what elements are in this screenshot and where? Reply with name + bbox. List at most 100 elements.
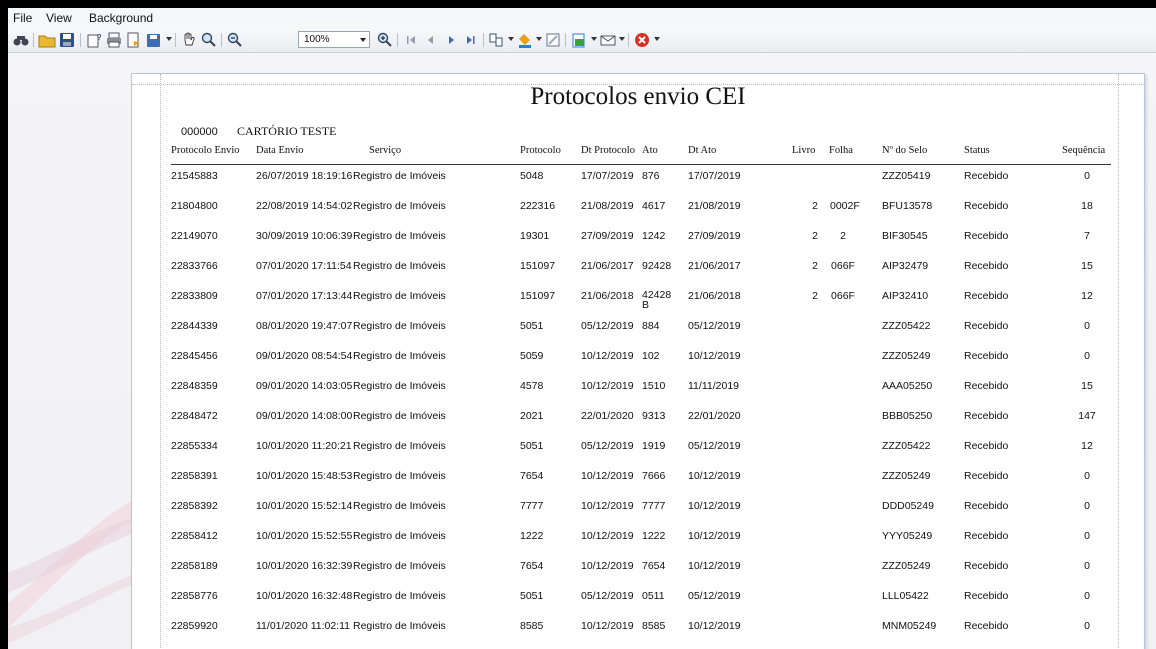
quick-print-icon[interactable] — [125, 31, 143, 49]
cell-status: Recebido — [964, 470, 1009, 482]
zoom-out-icon[interactable] — [226, 31, 244, 49]
toolbar-separator — [80, 33, 81, 47]
cell-servico: Registro de Imóveis — [353, 200, 446, 212]
chevron-down-icon[interactable] — [591, 37, 597, 41]
col-folha: Folha — [829, 145, 853, 156]
cell-servico: Registro de Imóveis — [353, 290, 446, 302]
cell-data-envio: 10/01/2020 11:20:21 — [256, 440, 352, 452]
cell-dt-ato: 10/12/2019 — [688, 560, 741, 572]
send-email-icon[interactable] — [599, 31, 617, 49]
cell-status: Recebido — [964, 380, 1009, 392]
toolbar-separator — [397, 33, 398, 47]
cell-status: Recebido — [964, 560, 1009, 572]
cell-data-envio: 09/01/2020 08:54:54 — [256, 350, 353, 362]
svg-text:?: ? — [97, 33, 102, 42]
menu-file[interactable]: File — [13, 11, 32, 25]
watermark-icon[interactable] — [544, 31, 562, 49]
print-icon[interactable] — [105, 31, 123, 49]
cell-status: Recebido — [964, 320, 1009, 332]
cell-data-envio: 10/01/2020 16:32:48 — [256, 590, 353, 602]
cell-dt-protocolo: 10/12/2019 — [581, 500, 634, 512]
last-page-icon[interactable] — [462, 31, 480, 49]
cell-sequencia: 12 — [1081, 440, 1093, 452]
menu-view[interactable]: View — [46, 11, 72, 25]
cell-dt-ato: 17/07/2019 — [688, 170, 741, 182]
preview-area[interactable]: Protocolos envio CEI 000000 CARTÓRIO TES… — [8, 53, 1156, 649]
zoom-value: 100% — [304, 34, 330, 45]
cell-selo: MNM05249 — [882, 620, 937, 632]
chevron-down-icon[interactable] — [536, 37, 542, 41]
cell-protocolo-envio: 22858392 — [171, 500, 218, 512]
cell-selo: ZZZ05249 — [882, 560, 931, 572]
cell-data-envio: 10/01/2020 15:52:55 — [256, 530, 353, 542]
cell-protocolo: 7654 — [520, 560, 544, 572]
cell-sequencia: 18 — [1081, 200, 1093, 212]
page-color-icon[interactable] — [516, 31, 534, 49]
cell-protocolo: 5048 — [520, 170, 544, 182]
cell-ato: 7654 — [642, 560, 666, 572]
cell-protocolo-envio: 22149070 — [171, 230, 218, 242]
cell-protocolo: 7654 — [520, 470, 544, 482]
zoom-in-icon[interactable] — [376, 31, 394, 49]
table-row: 22858412 10/01/2020 15:52:55 Registro de I… — [132, 530, 1144, 560]
cell-sequencia: 15 — [1081, 380, 1093, 392]
cell-sequencia: 12 — [1081, 290, 1093, 302]
cell-sequencia: 0 — [1084, 530, 1090, 542]
table-row: 22859920 11/01/2020 11:02:11 Registro de I… — [132, 620, 1144, 649]
page-setup-icon[interactable]: ? — [85, 31, 103, 49]
cell-dt-protocolo: 21/06/2018 — [581, 290, 634, 302]
cell-dt-ato: 21/06/2017 — [688, 260, 741, 272]
toolbar-separator — [483, 33, 484, 47]
open-folder-icon[interactable] — [38, 31, 56, 49]
first-page-icon[interactable] — [402, 31, 420, 49]
magnifier-icon[interactable] — [200, 31, 218, 49]
cell-status: Recebido — [964, 170, 1009, 182]
toolbar-separator — [628, 33, 629, 47]
find-icon[interactable] — [12, 31, 30, 49]
chevron-down-icon — [360, 38, 366, 42]
cell-status: Recebido — [964, 590, 1009, 602]
close-preview-icon[interactable] — [633, 31, 651, 49]
cell-selo: ZZZ05422 — [882, 320, 931, 332]
hand-tool-icon[interactable] — [180, 31, 198, 49]
app-window: File View Background ? 100% Protocolos e… — [8, 8, 1156, 649]
table-row: 22845456 09/01/2020 08:54:54 Registro de I… — [132, 350, 1144, 380]
toolbar-separator — [175, 33, 176, 47]
cell-protocolo-envio: 21545883 — [171, 170, 218, 182]
cell-folha: 0002F — [830, 200, 860, 212]
cell-protocolo-envio: 22845456 — [171, 350, 218, 362]
chevron-down-icon[interactable] — [508, 37, 514, 41]
cell-protocolo-envio: 21804800 — [171, 200, 218, 212]
next-page-icon[interactable] — [442, 31, 460, 49]
chevron-down-icon[interactable] — [654, 37, 660, 41]
cell-servico: Registro de Imóveis — [353, 170, 446, 182]
export-icon[interactable] — [570, 31, 588, 49]
zoom-select[interactable]: 100% — [298, 31, 370, 48]
cell-data-envio: 11/01/2020 11:02:11 — [256, 620, 351, 632]
menu-bar: File View Background — [8, 8, 1156, 28]
cell-status: Recebido — [964, 440, 1009, 452]
col-servico: Serviço — [369, 145, 402, 156]
previous-page-icon[interactable] — [422, 31, 440, 49]
cell-dt-protocolo: 22/01/2020 — [581, 410, 634, 422]
chevron-down-icon[interactable] — [166, 37, 172, 41]
cell-dt-ato: 05/12/2019 — [688, 440, 741, 452]
menu-background[interactable]: Background — [89, 11, 153, 25]
cell-servico: Registro de Imóveis — [353, 560, 446, 572]
cell-selo: ZZZ05422 — [882, 440, 931, 452]
cell-dt-ato: 21/06/2018 — [688, 290, 741, 302]
cell-protocolo: 151097 — [520, 260, 556, 272]
cell-protocolo: 5051 — [520, 440, 544, 452]
save-as-icon[interactable] — [145, 31, 163, 49]
chevron-down-icon[interactable] — [619, 37, 625, 41]
toolbar-separator — [33, 33, 34, 47]
table-row: 21545883 26/07/2019 18:19:16 Registro de I… — [132, 170, 1144, 200]
cell-livro: 2 — [812, 290, 818, 302]
multiple-pages-icon[interactable] — [488, 31, 506, 49]
cell-servico: Registro de Imóveis — [353, 530, 446, 542]
col-livro: Livro — [792, 145, 816, 156]
save-icon[interactable] — [58, 31, 76, 49]
cell-servico: Registro de Imóveis — [353, 230, 446, 242]
office-code: 000000 — [181, 126, 218, 138]
cell-selo: ZZZ05249 — [882, 470, 931, 482]
